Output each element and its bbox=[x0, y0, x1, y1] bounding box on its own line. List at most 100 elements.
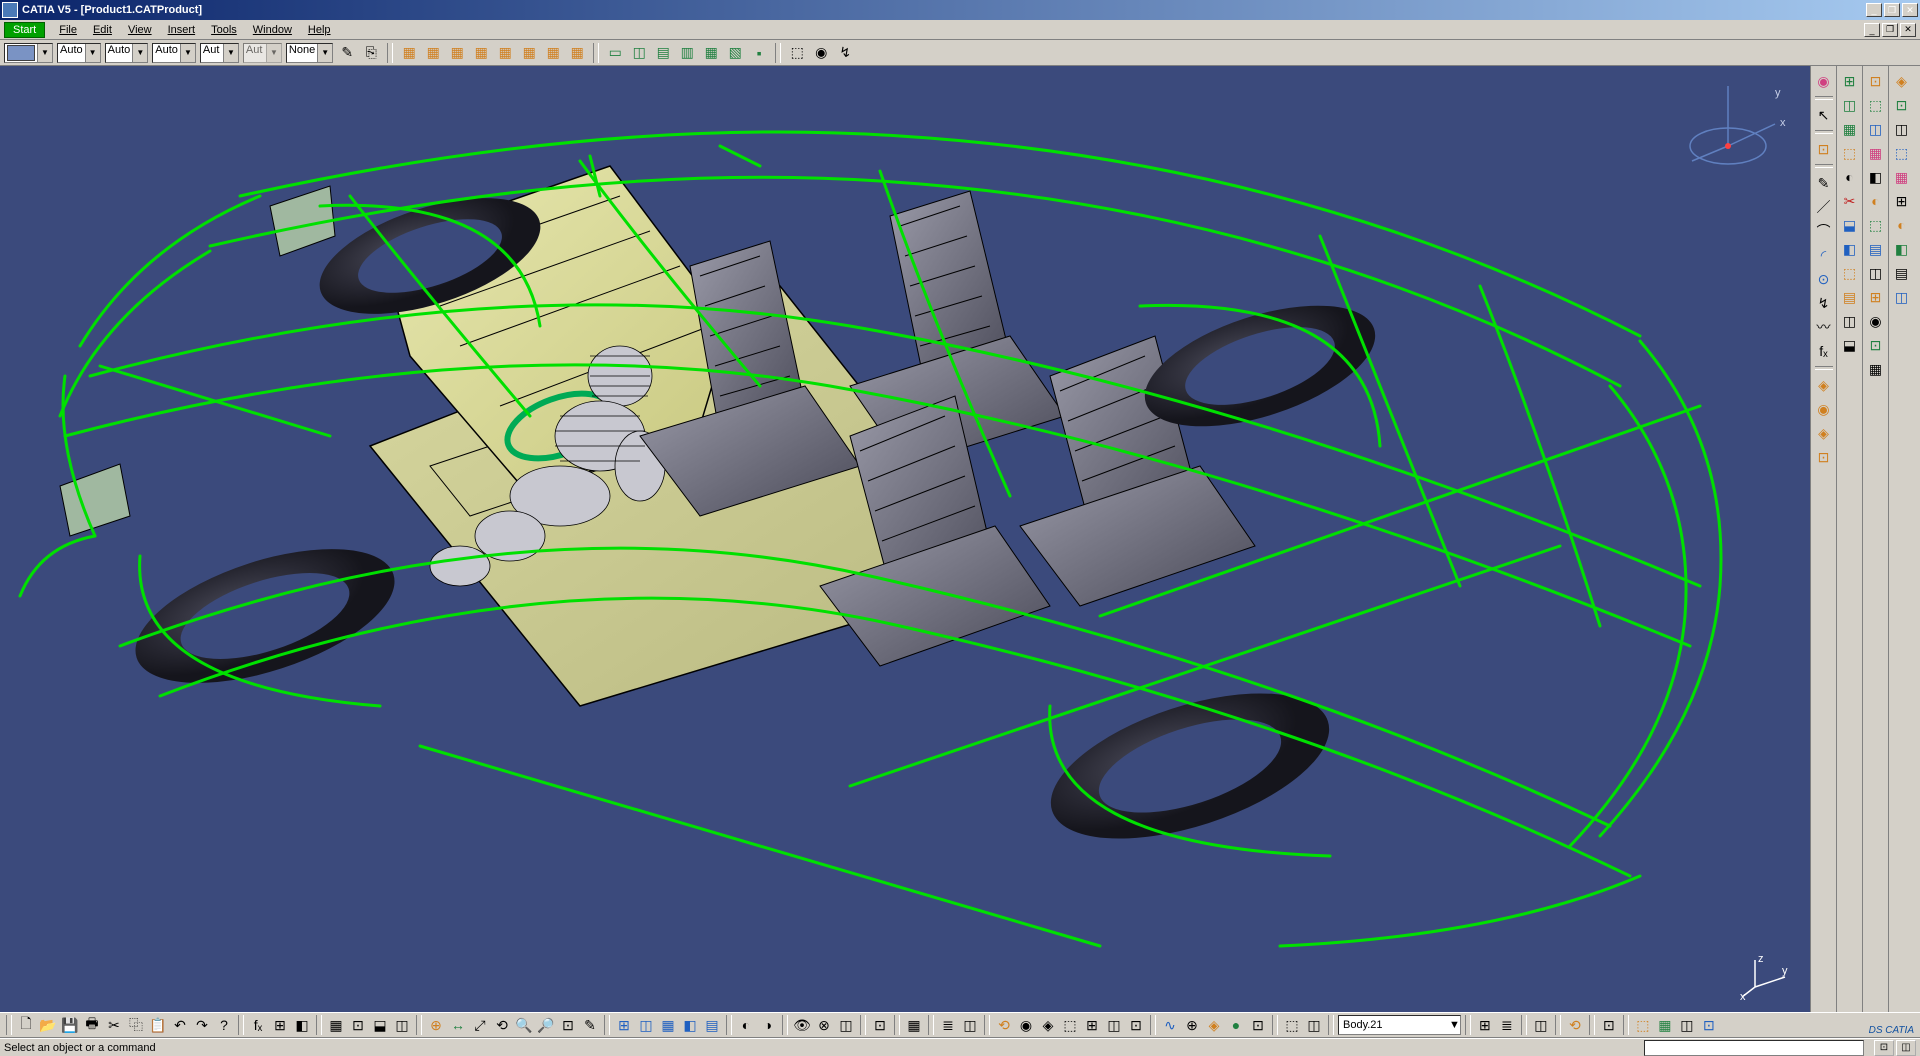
remove-lump-icon[interactable]: ⊡ bbox=[1699, 1015, 1719, 1035]
coincidence-icon[interactable]: ▭ bbox=[605, 43, 625, 63]
tool-icon[interactable]: ◧ bbox=[1865, 166, 1887, 188]
fix-icon[interactable]: ▧ bbox=[725, 43, 745, 63]
geometrical-set-icon[interactable]: ⊡ bbox=[1599, 1015, 1619, 1035]
connect-checker-icon[interactable]: ∿ bbox=[1160, 1015, 1180, 1035]
tool-icon[interactable]: ◫ bbox=[1865, 262, 1887, 284]
define-in-work-icon[interactable]: ⟲ bbox=[1565, 1015, 1585, 1035]
menu-edit[interactable]: Edit bbox=[85, 22, 120, 38]
paintbrush-icon[interactable]: ✎ bbox=[337, 43, 357, 63]
update-icon[interactable]: ⟲ bbox=[994, 1015, 1014, 1035]
apply-material-icon[interactable]: ⊡ bbox=[870, 1015, 890, 1035]
tool-icon[interactable]: ▦ bbox=[1891, 166, 1913, 188]
selective-load-icon[interactable]: ▦ bbox=[567, 43, 587, 63]
tool-icon[interactable]: ⊡ bbox=[1891, 94, 1913, 116]
axis-system-icon[interactable]: ◉ bbox=[1016, 1015, 1036, 1035]
transparency-combo[interactable]: Auto▼ bbox=[57, 43, 101, 63]
trim-icon[interactable]: ▦ bbox=[1839, 118, 1861, 140]
current-body-combo[interactable]: Body.21 ▼ bbox=[1338, 1015, 1461, 1035]
command-input[interactable] bbox=[1644, 1040, 1864, 1056]
tool-icon[interactable]: ▦ bbox=[1865, 358, 1887, 380]
doc-close-button[interactable]: ✕ bbox=[1900, 23, 1916, 37]
maximize-button[interactable]: ❐ bbox=[1884, 3, 1900, 17]
tool-icon[interactable]: ▤ bbox=[1865, 238, 1887, 260]
sketcher-icon[interactable]: ✎ bbox=[580, 1015, 600, 1035]
left-view-icon[interactable]: ◧ bbox=[680, 1015, 700, 1035]
wireframe-icon[interactable]: ◑ bbox=[758, 1015, 778, 1035]
part-icon[interactable]: ▦ bbox=[447, 43, 467, 63]
cut-icon[interactable]: ✂ bbox=[104, 1015, 124, 1035]
line-type-combo[interactable]: Auto▼ bbox=[152, 43, 196, 63]
surface-curvature-icon[interactable]: ◈ bbox=[1204, 1015, 1224, 1035]
close-button[interactable]: ✕ bbox=[1902, 3, 1918, 17]
dropdown-arrow-icon[interactable]: ▼ bbox=[180, 44, 195, 62]
tool-icon[interactable]: ◫ bbox=[1891, 286, 1913, 308]
front-view-icon[interactable]: ◫ bbox=[636, 1015, 656, 1035]
spline-icon[interactable]: ◜ bbox=[1813, 244, 1835, 266]
check-icon[interactable]: ⬓ bbox=[370, 1015, 390, 1035]
tool-icon[interactable]: ⊡ bbox=[1865, 70, 1887, 92]
save-icon[interactable]: 💾 bbox=[60, 1015, 80, 1035]
axis-to-axis-icon[interactable]: ⬓ bbox=[1839, 334, 1861, 356]
iso-view-icon[interactable]: ⊞ bbox=[614, 1015, 634, 1035]
law-icon[interactable]: ◧ bbox=[292, 1015, 312, 1035]
back-view-icon[interactable]: ▦ bbox=[658, 1015, 678, 1035]
formula-icon[interactable]: fₓ bbox=[248, 1015, 268, 1035]
boolean-icon[interactable]: ◫ bbox=[1677, 1015, 1697, 1035]
copy-icon[interactable]: ⿻ bbox=[126, 1015, 146, 1035]
menu-window[interactable]: Window bbox=[245, 22, 300, 38]
tool-icon[interactable]: ⊞ bbox=[1891, 190, 1913, 212]
shape-fillet-icon[interactable]: ✂ bbox=[1839, 190, 1861, 212]
hide-show-icon[interactable]: 👁 bbox=[792, 1015, 812, 1035]
layer-props-icon[interactable]: ◫ bbox=[960, 1015, 980, 1035]
work-on-support-icon[interactable]: ◫ bbox=[1104, 1015, 1124, 1035]
draft-analysis-icon[interactable]: ⊡ bbox=[1248, 1015, 1268, 1035]
scaling-icon[interactable]: ▤ bbox=[1839, 286, 1861, 308]
start-menu-button[interactable]: Start bbox=[4, 22, 45, 38]
undo-icon[interactable]: ↶ bbox=[170, 1015, 190, 1035]
dropdown-arrow-icon[interactable]: ▼ bbox=[317, 44, 332, 62]
fill-icon[interactable]: ⊡ bbox=[1813, 446, 1835, 468]
tool-icon[interactable]: ◧ bbox=[1891, 238, 1913, 260]
fix-together-icon[interactable]: ▦ bbox=[701, 43, 721, 63]
redo-icon[interactable]: ↷ bbox=[192, 1015, 212, 1035]
catalog-icon[interactable]: ▦ bbox=[326, 1015, 346, 1035]
3d-viewport[interactable]: y x z y x ◉ ↖ ⊡ ✎ ／ ⌒ ◜ ⊙ ↯ 〰 fₓ ◈ ◉ ◈ bbox=[0, 66, 1920, 1012]
component-icon[interactable]: ▦ bbox=[423, 43, 443, 63]
create-datum-icon[interactable]: ⊡ bbox=[1126, 1015, 1146, 1035]
sketch-icon[interactable]: ✎ bbox=[1813, 172, 1835, 194]
paste-icon[interactable]: 📋 bbox=[148, 1015, 168, 1035]
generate-icon[interactable]: ▦ bbox=[543, 43, 563, 63]
extrude-icon[interactable]: ◈ bbox=[1813, 374, 1835, 396]
join-icon[interactable]: ⊞ bbox=[1839, 70, 1861, 92]
menu-insert[interactable]: Insert bbox=[160, 22, 204, 38]
tool-icon[interactable]: ⊞ bbox=[1865, 286, 1887, 308]
rotate-icon[interactable]: ◧ bbox=[1839, 238, 1861, 260]
status-button-1[interactable]: ⊡ bbox=[1874, 1040, 1894, 1056]
circle-icon[interactable]: ⊙ bbox=[1813, 268, 1835, 290]
tree-reorder-icon[interactable]: ≣ bbox=[1497, 1015, 1517, 1035]
doc-maximize-button[interactable]: ❐ bbox=[1882, 23, 1898, 37]
insert-body-icon[interactable]: ▦ bbox=[1655, 1015, 1675, 1035]
point-icon[interactable]: ⊡ bbox=[1813, 138, 1835, 160]
menu-view[interactable]: View bbox=[120, 22, 160, 38]
zoom-out-icon[interactable]: 🔎 bbox=[536, 1015, 556, 1035]
explode-icon[interactable]: ↯ bbox=[835, 43, 855, 63]
knowledge-icon[interactable]: ⊡ bbox=[348, 1015, 368, 1035]
graph-tree-icon[interactable]: ▦ bbox=[519, 43, 539, 63]
point-combo[interactable]: Aut▼ bbox=[200, 43, 239, 63]
normal-view-icon[interactable]: ⊡ bbox=[558, 1015, 578, 1035]
copy-format-icon[interactable]: ⎘ bbox=[361, 43, 381, 63]
curve-smooth-icon[interactable]: ⊕ bbox=[1182, 1015, 1202, 1035]
open-icon[interactable]: 📂 bbox=[38, 1015, 58, 1035]
tool-icon[interactable]: ◐ bbox=[1865, 190, 1887, 212]
working-support-icon[interactable]: ◈ bbox=[1038, 1015, 1058, 1035]
select-icon[interactable]: ↖ bbox=[1813, 104, 1835, 126]
new-icon[interactable]: 🗋 bbox=[16, 1015, 36, 1035]
scan-icon[interactable]: ◫ bbox=[1531, 1015, 1551, 1035]
doc-minimize-button[interactable]: _ bbox=[1864, 23, 1880, 37]
replace-component-icon[interactable]: ▦ bbox=[495, 43, 515, 63]
arc-icon[interactable]: ⌒ bbox=[1813, 220, 1835, 242]
tool-icon[interactable]: ⬚ bbox=[1891, 142, 1913, 164]
menu-tools[interactable]: Tools bbox=[203, 22, 245, 38]
connect-icon[interactable]: 〰 bbox=[1813, 316, 1835, 338]
